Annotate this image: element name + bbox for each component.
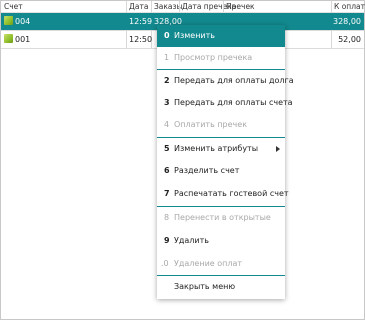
- menu-item-delete-payments[interactable]: .0 Удаление оплат: [157, 253, 285, 275]
- column-header-account[interactable]: Счет: [4, 2, 23, 11]
- column-header-to-pay[interactable]: К оплате: [334, 2, 365, 11]
- menu-item-move-to-open[interactable]: 8 Перенести в открытые: [157, 207, 285, 229]
- date-cell: 12:59: [129, 17, 153, 26]
- context-menu: 0 Изменить 1 Просмотр пречека 2 Передать…: [157, 25, 294, 299]
- menu-item-edit[interactable]: 0 Изменить: [157, 25, 285, 47]
- menu-item-transfer-debt-payment[interactable]: 2 Передать для оплаты долга: [157, 70, 294, 92]
- to-pay-cell: 52,00: [338, 35, 361, 44]
- date-cell: 12:50: [129, 35, 153, 44]
- folder-icon: [4, 16, 13, 25]
- menu-item-view-precheck[interactable]: 1 Просмотр пречека: [157, 47, 285, 69]
- column-header-date[interactable]: Дата: [129, 2, 148, 11]
- column-divider: [179, 1, 180, 12]
- submenu-arrow-icon: [276, 146, 280, 152]
- menu-item-change-attributes[interactable]: 5 Изменить атрибуты: [157, 138, 285, 160]
- menu-item-print-guest-bill[interactable]: 7 Распечатать гостевой счет: [157, 183, 289, 205]
- table-header: Счет Дата Заказы Дата пречека Пречек К о…: [1, 1, 365, 13]
- folder-icon: [4, 34, 13, 43]
- menu-item-split-bill[interactable]: 6 Разделить счет: [157, 160, 285, 182]
- menu-item-pay-precheck[interactable]: 4 Оплатить пречек: [157, 114, 285, 136]
- menu-item-delete[interactable]: 9 Удалить: [157, 230, 285, 252]
- column-header-precheck[interactable]: Пречек: [226, 2, 255, 11]
- account-cell: 004: [15, 17, 31, 26]
- account-cell: 001: [15, 35, 31, 44]
- to-pay-cell: 328,00: [333, 17, 361, 26]
- menu-item-transfer-bill-payment[interactable]: 3 Передать для оплаты счета: [157, 92, 293, 114]
- menu-item-close-menu[interactable]: Закрыть меню: [157, 276, 285, 298]
- column-divider: [223, 1, 224, 12]
